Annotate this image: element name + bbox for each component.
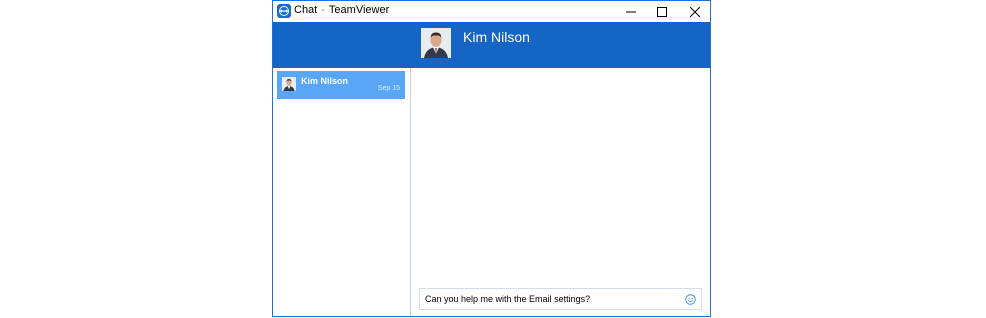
close-button[interactable] [678, 1, 710, 22]
list-item[interactable]: Kim Nilson Sep 15 [277, 71, 405, 99]
title-product: TeamViewer [328, 4, 390, 16]
contact-photo-icon [421, 28, 451, 58]
contact-photo-icon [282, 77, 296, 91]
teamviewer-logo-icon [277, 4, 291, 18]
window-title: Chat - TeamViewer [294, 4, 389, 16]
title-app: Chat [294, 4, 318, 16]
message-input-text[interactable]: Can you help me with the Email settings? [425, 294, 590, 304]
message-input[interactable]: Can you help me with the Email settings? [419, 288, 702, 310]
message-area: Can you help me with the Email settings? [411, 68, 710, 316]
contact-date: Sep 15 [377, 85, 400, 92]
close-icon [690, 6, 700, 17]
title-bar[interactable]: Chat - TeamViewer [273, 1, 710, 22]
minimize-button[interactable] [614, 1, 648, 22]
contact-name: Kim Nilson [301, 76, 349, 86]
minimize-icon [626, 11, 636, 12]
title-separator: - [321, 4, 325, 16]
maximize-button[interactable] [645, 1, 679, 22]
avatar [282, 77, 296, 91]
emoji-icon[interactable] [685, 294, 696, 305]
conversation-title: Kim Nilson [463, 29, 530, 45]
conversation-header: Kim Nilson [273, 22, 710, 68]
avatar [421, 28, 451, 58]
chat-window: Chat - TeamViewer Kim Nilson Kim Nilson … [272, 0, 711, 317]
maximize-icon [657, 6, 667, 17]
contact-list: Kim Nilson Sep 15 [273, 68, 411, 316]
